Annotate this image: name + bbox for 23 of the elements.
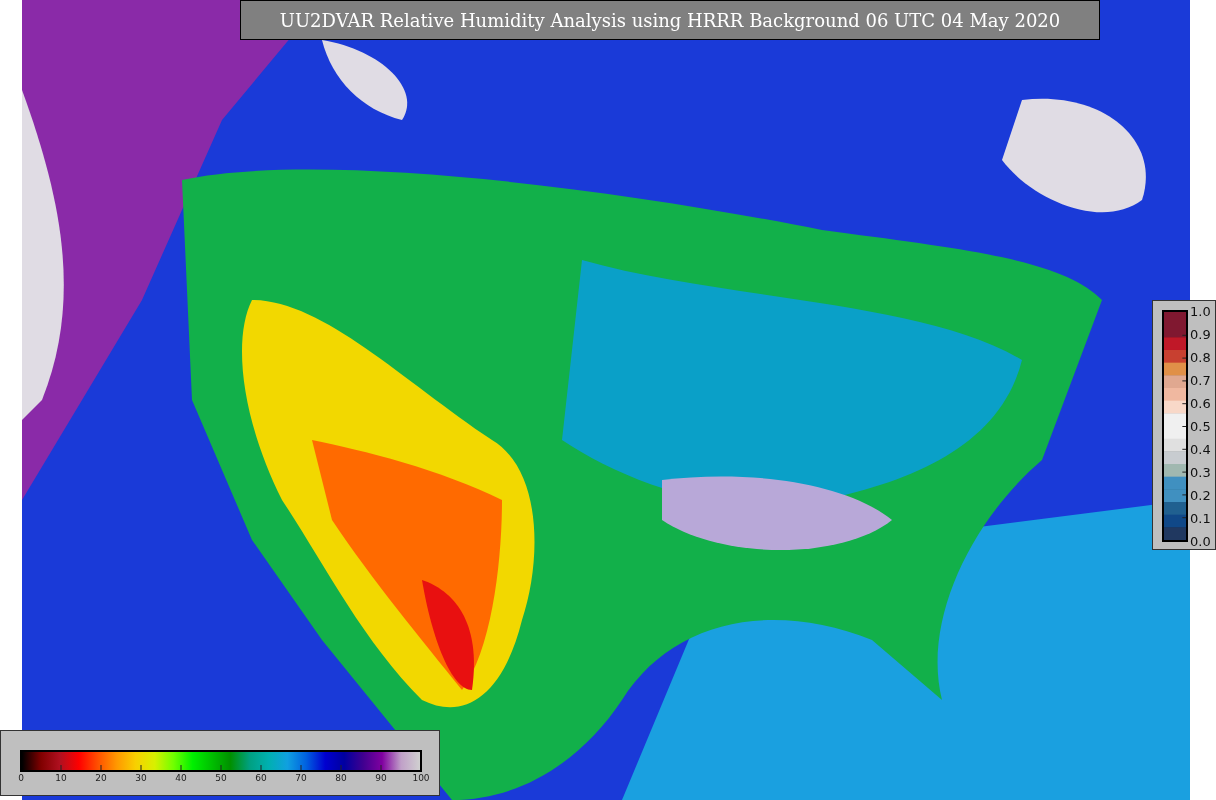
tick-label: 0.6 <box>1190 396 1211 410</box>
tick-label: 0.4 <box>1190 442 1211 456</box>
tick-label: 0.9 <box>1190 327 1211 341</box>
tick-label: 1.0 <box>1190 304 1211 318</box>
tick-label: 10 <box>55 774 67 783</box>
tick-label: 0.7 <box>1190 373 1211 387</box>
tick-label: 60 <box>255 774 267 783</box>
tick-label: 30 <box>135 774 147 783</box>
tick-label: 80 <box>335 774 347 783</box>
tick-label: 0.0 <box>1190 534 1211 548</box>
tick-label: 40 <box>175 774 187 783</box>
tick-label: 0.3 <box>1190 465 1211 479</box>
tick-label: 20 <box>95 774 107 783</box>
chart-title: UU2DVAR Relative Humidity Analysis using HRRR Background 06 UTC 04 May 2020 <box>279 8 1061 33</box>
tick-label: 0.5 <box>1190 419 1211 433</box>
tick-label: 100 <box>412 774 430 783</box>
tick-label: 50 <box>215 774 227 783</box>
tick-label: 0.2 <box>1190 488 1211 502</box>
tick-label: 0.1 <box>1190 511 1211 525</box>
tick-label: 90 <box>375 774 387 783</box>
tick-label: 0 <box>18 774 24 783</box>
tick-label: 0.8 <box>1190 350 1211 364</box>
tick-label: 70 <box>295 774 307 783</box>
